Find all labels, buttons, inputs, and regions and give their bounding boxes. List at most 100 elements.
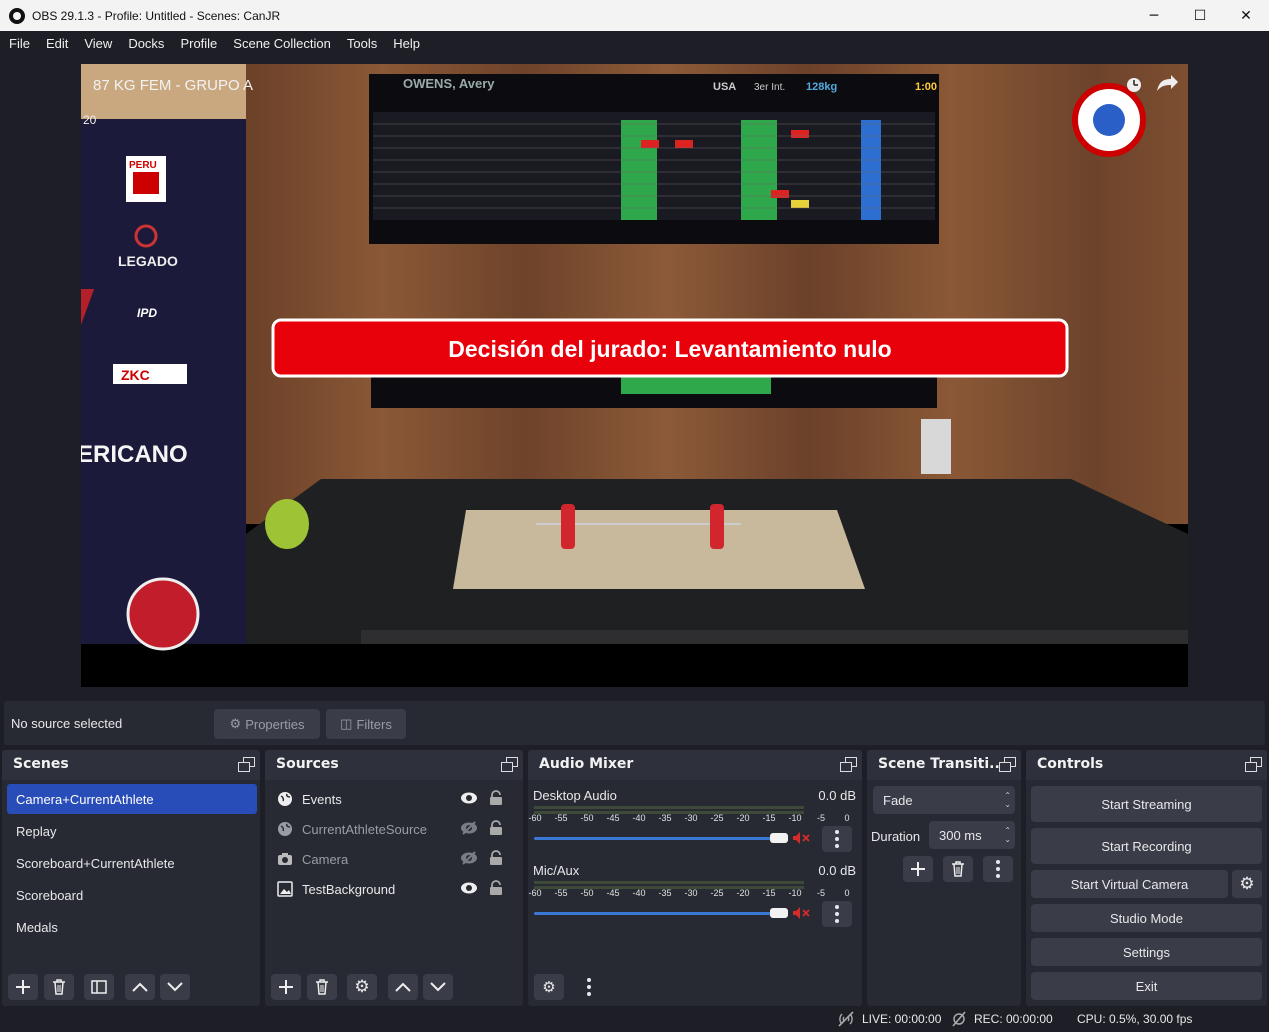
lock-icon[interactable]	[489, 880, 503, 899]
scene-transitions-dock: Scene Transiti... Fade ⌃ ⌄ Duration 300 m…	[867, 750, 1021, 1006]
volume-slider-thumb[interactable]	[770, 833, 788, 843]
properties-button[interactable]: ⚙ Properties	[214, 709, 320, 739]
zkc-text: ZKC	[121, 367, 150, 383]
filters-button[interactable]: ◫ Filters	[326, 709, 406, 739]
scene-item[interactable]: Replay	[7, 816, 257, 846]
filters-label: Filters	[356, 716, 392, 732]
trash-icon	[952, 861, 964, 877]
scoreboard-timer: 1:00	[915, 81, 937, 93]
stream-off-icon	[836, 1011, 856, 1030]
scoreboard-weight: 128kg	[806, 81, 837, 93]
remove-transition-button[interactable]	[943, 856, 973, 882]
undock-icon[interactable]	[999, 757, 1016, 772]
add-transition-button[interactable]	[903, 856, 933, 882]
spin-arrows-icon: ⌃ ⌄	[1004, 826, 1011, 844]
controls-dock: Controls Start Streaming Start Recording…	[1026, 750, 1267, 1006]
channel-db: 0.0 dB	[818, 788, 856, 803]
audio-mixer-title: Audio Mixer	[539, 756, 634, 772]
source-item[interactable]: Camera	[273, 844, 513, 874]
properties-label: Properties	[245, 716, 305, 732]
add-scene-button[interactable]	[8, 974, 38, 1000]
close-button[interactable]: ✕	[1223, 0, 1269, 31]
advanced-audio-button[interactable]: ⚙	[534, 974, 564, 1000]
no-source-label: No source selected	[11, 716, 123, 731]
lock-icon[interactable]	[489, 790, 503, 809]
menu-edit[interactable]: Edit	[38, 36, 76, 51]
start-virtual-camera-button[interactable]: Start Virtual Camera	[1031, 870, 1228, 898]
chevron-up-icon	[132, 982, 148, 992]
source-name: Events	[302, 791, 342, 807]
menu-tools[interactable]: Tools	[339, 36, 385, 51]
channel-menu-button[interactable]	[822, 901, 852, 927]
gears-icon: ⚙	[542, 978, 556, 996]
legado-text: LEGADO	[118, 253, 178, 269]
move-source-up-button[interactable]	[388, 974, 418, 1000]
muted-speaker-icon[interactable]	[792, 831, 810, 849]
duration-spinbox[interactable]: 300 ms ⌃ ⌄	[929, 821, 1015, 849]
mixer-menu-button[interactable]	[574, 974, 604, 1000]
exit-button[interactable]: Exit	[1031, 972, 1262, 1000]
eye-icon[interactable]	[460, 791, 478, 808]
undock-icon[interactable]	[501, 757, 518, 772]
scene-item[interactable]: Scoreboard+CurrentAthlete	[7, 848, 257, 878]
audio-mixer-dock: Audio Mixer Desktop Audio 0.0 dB -60 -55…	[528, 750, 862, 1006]
source-item[interactable]: TestBackground	[273, 874, 513, 904]
transition-menu-button[interactable]	[983, 856, 1013, 882]
transition-select[interactable]: Fade ⌃ ⌄	[873, 786, 1015, 814]
source-toolbar: No source selected ⚙ Properties ◫ Filter…	[4, 701, 1265, 745]
sources-dock: Sources Events CurrentAthleteSource Came…	[265, 750, 523, 1006]
menu-profile[interactable]: Profile	[172, 36, 225, 51]
source-item[interactable]: Events	[273, 784, 513, 814]
scoreboard-attempt: 3er Int.	[754, 82, 785, 93]
settings-button[interactable]: Settings	[1031, 938, 1262, 966]
scene-filters-button[interactable]	[84, 974, 114, 1000]
menu-scene-collection[interactable]: Scene Collection	[225, 36, 339, 51]
live-timer: LIVE: 00:00:00	[862, 1012, 942, 1026]
scene-item[interactable]: Camera+CurrentAthlete	[7, 784, 257, 814]
eye-icon[interactable]	[460, 881, 478, 898]
undock-icon[interactable]	[238, 757, 255, 772]
channel-menu-button[interactable]	[822, 826, 852, 852]
move-scene-down-button[interactable]	[160, 974, 190, 1000]
lock-icon[interactable]	[489, 850, 503, 869]
menu-view[interactable]: View	[76, 36, 120, 51]
banner-text: Decisión del jurado: Levantamiento nulo	[448, 336, 891, 362]
chevron-down-icon	[430, 982, 446, 992]
source-item[interactable]: CurrentAthleteSource	[273, 814, 513, 844]
duration-label: Duration	[871, 829, 921, 844]
scene-item[interactable]: Medals	[7, 912, 257, 942]
add-source-button[interactable]	[271, 974, 301, 1000]
chevron-up-icon	[395, 982, 411, 992]
studio-mode-button[interactable]: Studio Mode	[1031, 904, 1262, 932]
remove-scene-button[interactable]	[44, 974, 74, 1000]
undock-icon[interactable]	[840, 757, 857, 772]
start-streaming-button[interactable]: Start Streaming	[1031, 786, 1262, 822]
menu-file[interactable]: File	[1, 36, 38, 51]
minimize-button[interactable]: ─	[1131, 0, 1177, 31]
sponsor-wall	[81, 64, 246, 644]
volume-slider-thumb[interactable]	[770, 908, 788, 918]
plus-icon	[16, 980, 30, 994]
remove-source-button[interactable]	[307, 974, 337, 1000]
move-scene-up-button[interactable]	[125, 974, 155, 1000]
scene-item[interactable]: Scoreboard	[7, 880, 257, 910]
camera-icon	[277, 851, 293, 867]
eye-hidden-icon[interactable]	[460, 821, 478, 838]
start-recording-button[interactable]: Start Recording	[1031, 828, 1262, 864]
scene-transitions-title: Scene Transiti...	[878, 756, 1006, 772]
source-properties-button[interactable]: ⚙	[347, 974, 377, 1000]
move-source-down-button[interactable]	[423, 974, 453, 1000]
lock-icon[interactable]	[489, 820, 503, 839]
virtual-camera-settings-button[interactable]: ⚙	[1232, 870, 1262, 898]
channel-name: Mic/Aux	[533, 863, 580, 878]
menu-help[interactable]: Help	[385, 36, 428, 51]
eye-hidden-icon[interactable]	[460, 851, 478, 868]
undock-icon[interactable]	[1245, 757, 1262, 772]
preview-canvas[interactable]: 20 PERU LEGADO IPD ZKC ERICANO OWENS, Av…	[81, 64, 1188, 687]
volume-slider[interactable]	[534, 907, 788, 921]
muted-speaker-icon[interactable]	[792, 906, 810, 924]
maximize-button[interactable]: ☐	[1177, 0, 1223, 31]
volume-slider[interactable]	[534, 832, 788, 846]
menu-docks[interactable]: Docks	[120, 36, 172, 51]
trash-icon	[316, 979, 328, 995]
